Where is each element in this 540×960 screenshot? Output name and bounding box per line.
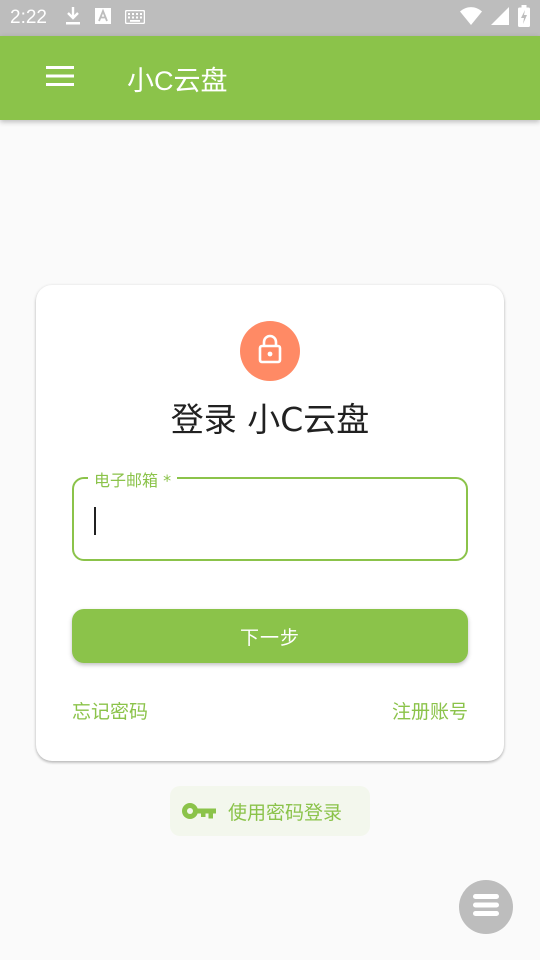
password-login-label: 使用密码登录 <box>228 801 343 824</box>
lock-icon <box>258 334 282 368</box>
stacked-menu-icon <box>473 894 499 920</box>
register-account-link[interactable]: 注册账号 <box>392 697 468 724</box>
next-step-button[interactable]: 下一步 <box>72 609 468 663</box>
login-title: 登录 小C云盘 <box>170 400 370 439</box>
app-bar: 小C云盘 <box>0 36 540 120</box>
app-title: 小C云盘 <box>127 65 228 96</box>
email-input[interactable] <box>92 501 448 539</box>
text-a-icon <box>94 8 111 28</box>
download-icon <box>65 6 81 30</box>
keyboard-icon <box>124 9 146 28</box>
screen: 2:22 小C云盘 登录 小C云盘 电子邮箱 * 下一步 忘记密码 注册账号 使… <box>0 0 540 960</box>
email-field-label: 电子邮箱 * <box>88 467 178 491</box>
password-login-button[interactable]: 使用密码登录 <box>170 786 370 836</box>
menu-button[interactable] <box>30 48 90 108</box>
login-card: 登录 小C云盘 电子邮箱 * 下一步 忘记密码 注册账号 <box>36 285 504 761</box>
text-caret <box>94 507 96 535</box>
status-time: 2:22 <box>10 7 47 28</box>
key-icon <box>182 802 216 820</box>
floating-menu-button[interactable] <box>459 880 513 934</box>
lock-avatar <box>240 321 300 381</box>
wifi-icon <box>460 7 482 29</box>
status-bar: 2:22 <box>0 0 540 36</box>
status-notification-icons <box>65 6 146 30</box>
hamburger-menu-icon <box>46 66 74 90</box>
email-field[interactable]: 电子邮箱 * <box>72 467 468 561</box>
battery-charging-icon <box>518 5 530 31</box>
forgot-password-link[interactable]: 忘记密码 <box>72 697 148 724</box>
status-system-icons <box>460 5 530 31</box>
signal-icon <box>490 6 510 30</box>
